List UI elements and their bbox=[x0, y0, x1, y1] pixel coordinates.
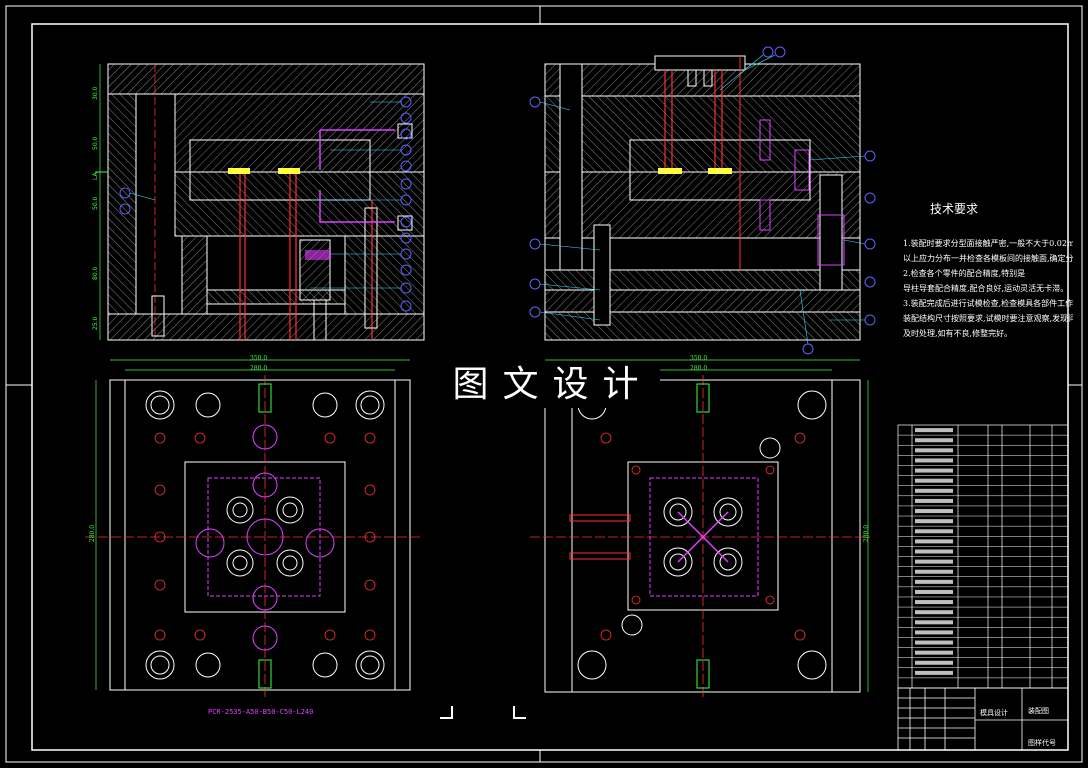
technical-requirements-title: 技术要求 bbox=[930, 202, 979, 216]
table-cell-text bbox=[915, 428, 953, 433]
tech-line: 及时处理,如有不良,修整完好。 bbox=[903, 329, 1013, 338]
table-cell-text bbox=[915, 488, 953, 493]
dim-right-side: 280.0 bbox=[863, 524, 871, 543]
table-cell-text bbox=[915, 589, 953, 594]
table-cell-text bbox=[915, 458, 953, 463]
title-drawing-no: 图样代号 bbox=[1028, 739, 1056, 747]
table-cell-text bbox=[915, 498, 953, 503]
plan-view-right bbox=[530, 359, 870, 700]
table-cell-text bbox=[915, 468, 953, 473]
view-corner-marks bbox=[440, 706, 526, 719]
table-cell-text bbox=[915, 640, 953, 645]
table-cell-text bbox=[915, 549, 953, 554]
dim-left-outer: 350.0 bbox=[250, 355, 268, 362]
table-cell-text bbox=[915, 559, 953, 564]
plan-view-left bbox=[85, 359, 420, 700]
tech-line: 3.装配完成后进行试模检查,检查模具各部件工作状况。 bbox=[903, 299, 1073, 308]
dim-right-inner: 280.0 bbox=[690, 365, 708, 372]
svg-text:50.0: 50.0 bbox=[92, 136, 99, 150]
svg-text:30.0: 30.0 bbox=[92, 86, 99, 100]
section-view-left: 30.0 50.0 LA 50.0 80.0 25.0 bbox=[92, 63, 425, 341]
table-cell-text bbox=[915, 579, 953, 584]
table-cell-text bbox=[915, 569, 953, 574]
watermark: 图文设计 bbox=[445, 362, 660, 408]
dim-left-side: 280.0 bbox=[89, 524, 97, 543]
parts-list-rows bbox=[898, 428, 1068, 679]
svg-text:80.0: 80.0 bbox=[92, 266, 99, 280]
dim-right-outer: 350.0 bbox=[690, 355, 708, 362]
technical-requirements: 1.装配时要求分型面接触严密,一般不大于0.02mm, 以上应力分布一并检查各模… bbox=[903, 236, 1073, 341]
table-cell-text bbox=[915, 438, 953, 443]
part-number-label: PCR-2535-A50-B50-C50-L240 bbox=[208, 708, 314, 716]
dim-left-inner: 280.0 bbox=[250, 365, 268, 372]
table-cell-text bbox=[915, 539, 953, 544]
table-cell-text bbox=[915, 650, 953, 655]
table-cell-text bbox=[915, 448, 953, 453]
table-cell-text bbox=[915, 610, 953, 615]
svg-text:50.0: 50.0 bbox=[92, 196, 99, 210]
svg-text:LA: LA bbox=[92, 172, 99, 180]
table-cell-text bbox=[915, 529, 953, 534]
table-cell-text bbox=[915, 660, 953, 665]
tech-line: 导柱导套配合精度,配合良好,运动灵活无卡滞。 bbox=[903, 284, 1069, 293]
svg-text:25.0: 25.0 bbox=[92, 316, 99, 330]
tech-line: 装配结构尺寸按照要求,试模时要注意观察,发现问题 bbox=[903, 314, 1073, 323]
table-cell-text bbox=[915, 630, 953, 635]
table-cell-text bbox=[915, 509, 953, 514]
tech-line: 以上应力分布一并检查各模板间的接触面,确定分型面接触良好。 bbox=[903, 254, 1073, 263]
table-cell-text bbox=[915, 478, 953, 483]
title-drawing-name: 装配图 bbox=[1028, 707, 1049, 715]
tech-line: 2.检查各个零件的配合精度,特别是 bbox=[903, 269, 1026, 278]
tech-line: 1.装配时要求分型面接触严密,一般不大于0.02mm, bbox=[903, 239, 1073, 248]
table-cell-text bbox=[915, 620, 953, 625]
table-cell-text bbox=[915, 519, 953, 524]
table-cell-text bbox=[915, 670, 953, 675]
title-company: 模具设计 bbox=[980, 709, 1008, 717]
section-view-right bbox=[529, 46, 876, 355]
table-cell-text bbox=[915, 600, 953, 605]
